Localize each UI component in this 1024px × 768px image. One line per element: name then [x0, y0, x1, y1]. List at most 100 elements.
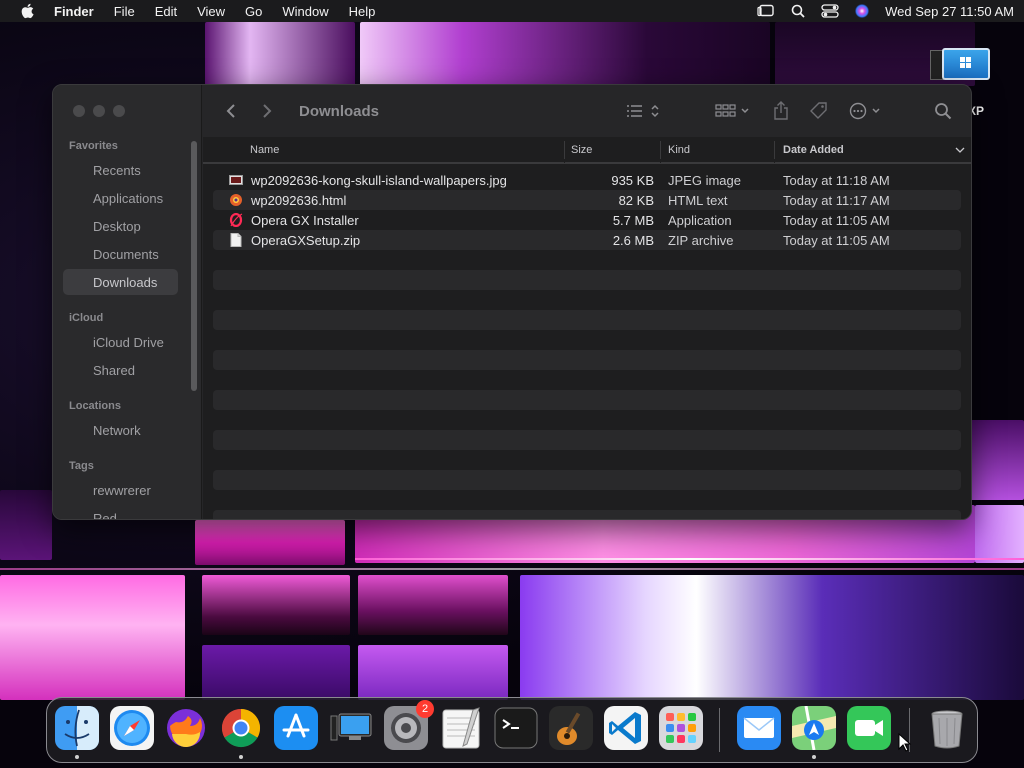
terminal-icon — [494, 707, 538, 749]
column-header-name[interactable]: Name — [203, 137, 564, 163]
header-divider — [203, 163, 971, 164]
column-header-size[interactable]: Size — [565, 137, 660, 163]
stage-manager-icon[interactable] — [757, 4, 775, 18]
maps-icon — [792, 706, 836, 750]
file-kind: ZIP archive — [668, 232, 734, 248]
menu-app-name[interactable]: Finder — [44, 4, 104, 19]
menu-help[interactable]: Help — [339, 4, 386, 19]
column-header-kind[interactable]: Kind — [661, 137, 774, 163]
finder-sidebar: Favorites Recents Applications Desktop D… — [53, 85, 202, 519]
file-kind: HTML text — [668, 192, 728, 208]
dock-safari[interactable] — [110, 706, 154, 750]
chrome-icon — [221, 708, 261, 748]
file-size: 5.7 MB — [612, 212, 654, 228]
file-size: 82 KB — [618, 192, 654, 208]
tags-button[interactable] — [807, 99, 831, 123]
menu-view[interactable]: View — [187, 4, 235, 19]
group-button[interactable] — [713, 99, 753, 123]
sidebar-item-label: Applications — [93, 190, 164, 206]
dock-system-settings[interactable]: 2 — [384, 700, 434, 750]
dock-trash[interactable] — [925, 706, 969, 750]
sidebar-item-applications[interactable]: Applications — [63, 185, 178, 211]
sidebar-item-documents[interactable]: Documents — [63, 241, 178, 267]
menu-file[interactable]: File — [104, 4, 145, 19]
running-indicator — [75, 755, 79, 759]
wallpaper-panel — [975, 505, 1024, 563]
table-row[interactable]: OperaGXSetup.zip 2.6 MB ZIP archive Toda… — [213, 230, 961, 250]
menubar-clock[interactable]: Wed Sep 27 11:50 AM — [885, 4, 1014, 19]
minimize-button[interactable] — [93, 105, 105, 117]
sidebar-item-recents[interactable]: Recents — [63, 157, 178, 183]
apple-menu-icon[interactable] — [10, 3, 44, 19]
dock-finder[interactable] — [55, 706, 99, 759]
file-name: wp2092636-kong-skull-island-wallpapers.j… — [251, 172, 507, 188]
sidebar-item-downloads[interactable]: Downloads — [63, 269, 178, 295]
search-button[interactable] — [931, 99, 955, 123]
sidebar-header-locations: Locations — [69, 400, 121, 412]
chevron-right-icon — [263, 104, 272, 118]
back-button[interactable] — [213, 103, 249, 119]
sidebar-item-label: Red — [93, 510, 117, 520]
share-button[interactable] — [769, 99, 793, 123]
sidebar-item-label: Recents — [93, 162, 141, 178]
wallpaper-panel — [205, 22, 355, 86]
launchpad-icon — [659, 706, 703, 750]
dock-garageband[interactable] — [549, 706, 593, 750]
finder-toolbar: Downloads — [203, 85, 971, 137]
dock-facetime[interactable] — [847, 706, 891, 750]
html-file-icon — [229, 193, 243, 207]
dock-chrome[interactable] — [219, 706, 263, 759]
sidebar-item-label: Shared — [93, 362, 135, 378]
mail-icon — [737, 706, 781, 750]
sidebar-item-tag[interactable]: rewwrerer — [63, 477, 178, 503]
dock-textedit[interactable] — [439, 706, 483, 750]
menu-edit[interactable]: Edit — [145, 4, 187, 19]
siri-icon[interactable] — [853, 4, 871, 18]
menu-go[interactable]: Go — [235, 4, 272, 19]
dock-screen-sharing[interactable] — [329, 706, 373, 750]
table-row[interactable]: wp2092636-kong-skull-island-wallpapers.j… — [213, 170, 961, 190]
screen-sharing-icon — [330, 713, 372, 741]
dock-vscode[interactable] — [604, 706, 648, 750]
sidebar-item-icloud-drive[interactable]: iCloud Drive — [63, 329, 178, 355]
menu-window[interactable]: Window — [272, 4, 338, 19]
dock-launchpad[interactable] — [659, 706, 703, 750]
action-button[interactable] — [847, 99, 887, 123]
file-name: OperaGXSetup.zip — [251, 232, 361, 248]
dock-mail[interactable] — [737, 706, 781, 750]
dock-terminal[interactable] — [494, 706, 538, 750]
dock-maps[interactable] — [792, 706, 836, 759]
sidebar-item-desktop[interactable]: Desktop — [63, 213, 178, 239]
dock-firefox[interactable] — [164, 706, 208, 750]
window-title: Downloads — [299, 102, 380, 120]
dock-app-store[interactable] — [274, 706, 318, 750]
sidebar-header-tags: Tags — [69, 460, 94, 472]
sidebar-item-shared[interactable]: Shared — [63, 357, 178, 383]
sidebar-item-network[interactable]: Network — [63, 417, 178, 443]
textedit-icon — [442, 707, 480, 749]
chevron-left-icon — [226, 104, 235, 118]
empty-row — [213, 270, 961, 290]
zoom-button[interactable] — [113, 105, 125, 117]
file-size: 935 KB — [611, 172, 654, 188]
control-center-icon[interactable] — [821, 4, 839, 18]
table-row[interactable]: wp2092636.html 82 KB HTML text Today at … — [213, 190, 961, 210]
column-header-date-added[interactable]: Date Added — [775, 137, 971, 163]
finder-window: Favorites Recents Applications Desktop D… — [52, 84, 972, 520]
running-indicator — [812, 755, 816, 759]
safari-icon — [110, 706, 154, 750]
menu-bar: Finder File Edit View Go Window Help Wed… — [0, 0, 1024, 22]
spotlight-search-icon[interactable] — [789, 4, 807, 18]
dock-separator — [719, 708, 720, 752]
file-date-added: Today at 11:17 AM — [783, 192, 890, 208]
sidebar-item-tag-red[interactable]: Red — [63, 505, 178, 520]
notification-badge: 2 — [416, 700, 434, 718]
jpeg-file-icon — [229, 173, 243, 187]
sidebar-scrollbar[interactable] — [191, 141, 197, 391]
table-row[interactable]: Opera GX Installer 5.7 MB Application To… — [213, 210, 961, 230]
forward-button[interactable] — [249, 103, 285, 119]
file-date-added: Today at 11:05 AM — [783, 232, 890, 248]
empty-row — [213, 390, 961, 410]
close-button[interactable] — [73, 105, 85, 117]
view-options-button[interactable] — [623, 99, 663, 123]
